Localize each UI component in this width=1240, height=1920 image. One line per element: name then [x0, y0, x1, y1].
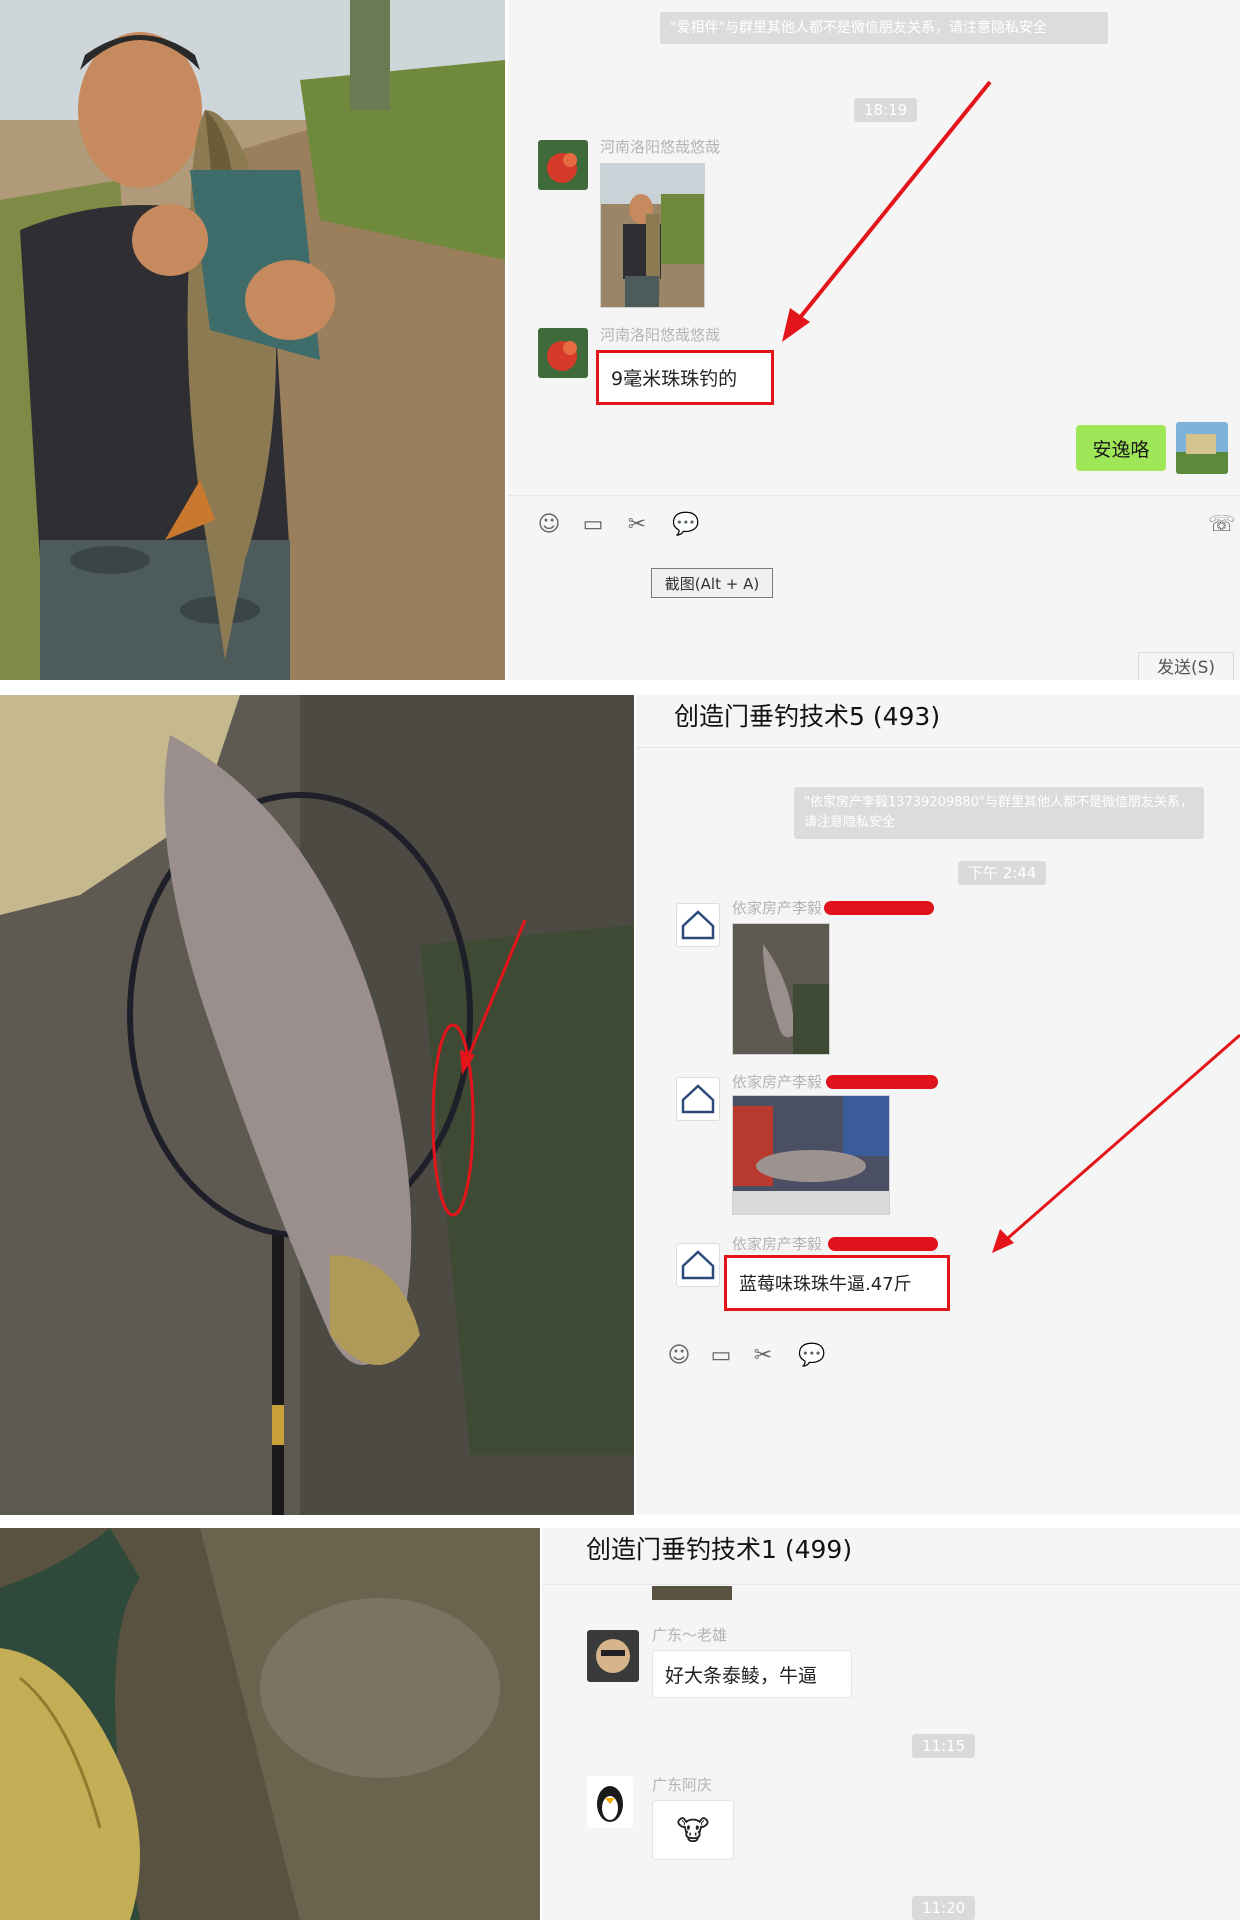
panel-1: "爱相伴"与群里其他人都不是微信朋友关系，请注意隐私安全 18:19 河南洛阳悠…	[0, 0, 1240, 680]
group-title: 创造门垂钓技术1 (499)	[586, 1535, 853, 1564]
annotation-arrow	[782, 80, 992, 342]
annotation-arrow	[992, 1033, 1240, 1253]
wechat-chat-window-3: 创造门垂钓技术1 (499) 广东～老雄 好大条泰鲮，牛逼 11:15 广东阿庆…	[542, 1528, 1240, 1920]
partial-image-thumbnail[interactable]	[652, 1586, 732, 1600]
title-divider	[542, 1584, 1240, 1585]
avatar[interactable]	[587, 1776, 633, 1828]
timestamp: 11:20	[912, 1896, 976, 1920]
sender-name: 广东阿庆	[652, 1776, 713, 1794]
timestamp: 11:15	[912, 1734, 976, 1758]
sender-name: 广东～老雄	[652, 1626, 728, 1644]
panel-3: 创造门垂钓技术1 (499) 广东～老雄 好大条泰鲮，牛逼 11:15 广东阿庆…	[0, 1528, 1240, 1920]
photo-fish-closeup	[0, 1528, 540, 1920]
message-bubble[interactable]: 好大条泰鲮，牛逼	[652, 1650, 852, 1698]
cow-emoji-icon: 🐮	[676, 1813, 710, 1847]
avatar[interactable]	[587, 1630, 639, 1682]
sticker-message[interactable]: 🐮	[652, 1800, 734, 1860]
panel-2: 创造门垂钓技术5 (493) "依家房产李毅13739209880"与群里其他人…	[0, 695, 1240, 1515]
